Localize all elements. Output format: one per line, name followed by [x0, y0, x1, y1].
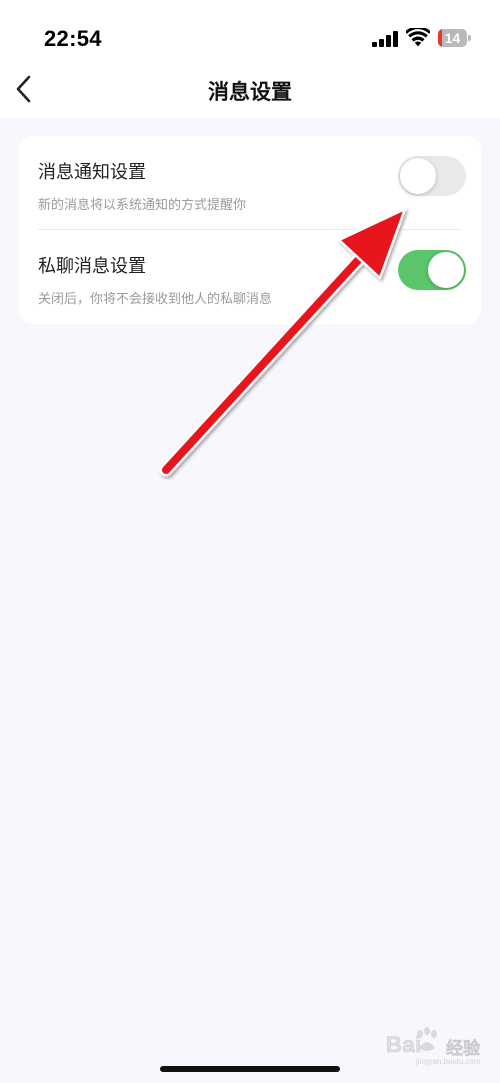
paw-icon — [417, 1027, 437, 1051]
watermark-url: jingyan.baidu.com — [416, 1057, 481, 1066]
message-notification-toggle[interactable] — [398, 156, 466, 196]
status-time: 22:54 — [44, 26, 102, 51]
setting-description: 新的消息将以系统通知的方式提醒你 — [38, 198, 247, 213]
signal-icon — [372, 31, 398, 47]
battery-icon: 14 — [438, 29, 471, 47]
watermark-brand-cn: 经验 — [446, 1039, 481, 1060]
battery-level-text: 14 — [444, 30, 461, 46]
setting-row-private-message: 私聊消息设置 关闭后，你将不会接收到他人的私聊消息 — [19, 230, 481, 324]
setting-description: 关闭后，你将不会接收到他人的私聊消息 — [38, 292, 273, 307]
setting-title: 私聊消息设置 — [38, 256, 146, 277]
page-title: 消息设置 — [208, 80, 292, 104]
home-indicator[interactable] — [160, 1066, 340, 1072]
nav-bar: 消息设置 — [0, 60, 500, 118]
settings-card: 消息通知设置 新的消息将以系统通知的方式提醒你 私聊消息设置 关闭后，你将不会接… — [19, 136, 481, 324]
setting-title: 消息通知设置 — [38, 162, 146, 183]
baidu-jingyan-watermark: Bai 经验 jingyan.baidu.com — [386, 1024, 498, 1066]
setting-row-message-notification: 消息通知设置 新的消息将以系统通知的方式提醒你 — [19, 136, 481, 230]
private-message-toggle[interactable] — [398, 250, 466, 290]
toggle-knob — [428, 252, 464, 288]
toggle-knob — [400, 158, 436, 194]
wifi-icon — [406, 28, 430, 47]
